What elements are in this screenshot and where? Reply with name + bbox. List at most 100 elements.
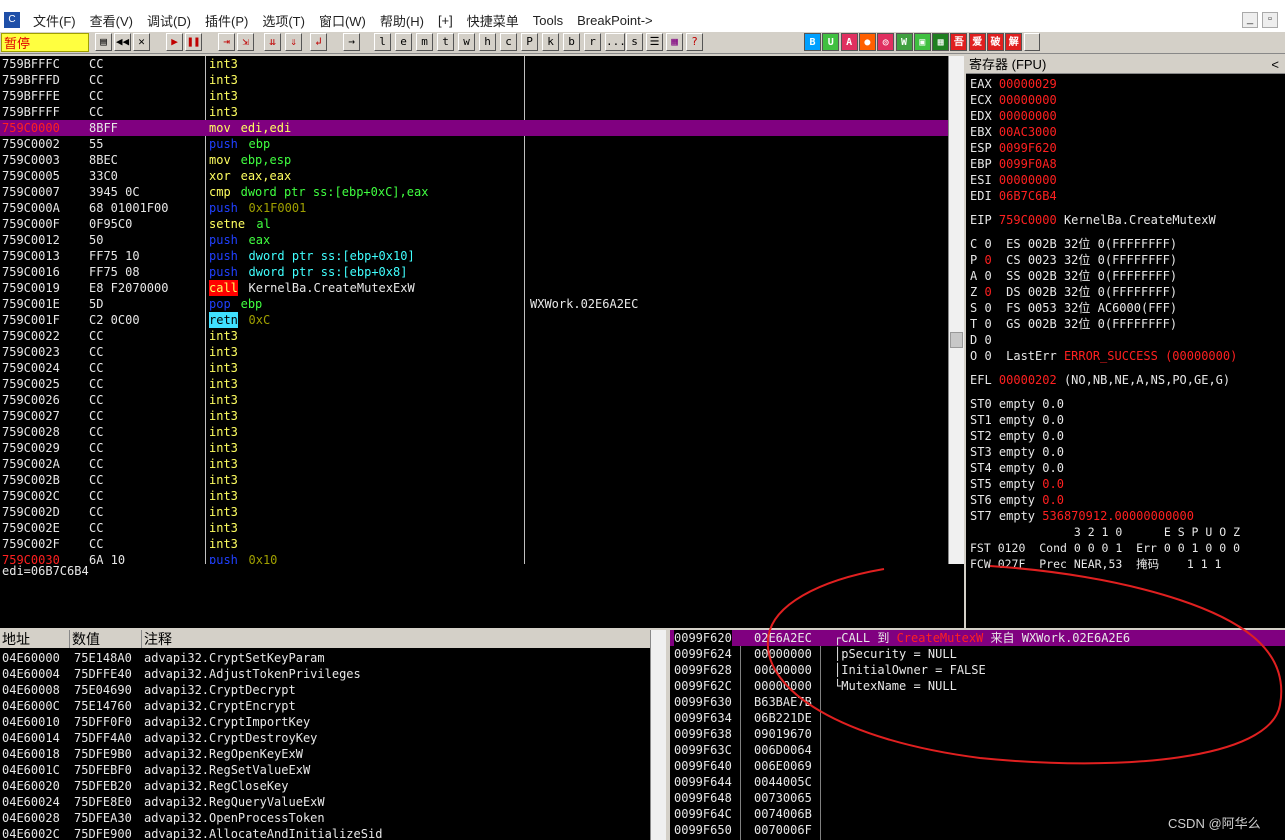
disasm-row[interactable]: 759C0013 FF75 10 push dword ptr ss:[ebp+0x1… bbox=[0, 248, 948, 264]
disasm-row[interactable]: 759C0024 CC int3 bbox=[0, 360, 948, 376]
register-eip[interactable]: EIP 759C0000 KernelBa.CreateMutexW bbox=[970, 212, 1216, 228]
fpu-st6[interactable]: ST6 empty 0.0 bbox=[970, 492, 1064, 508]
flag-s[interactable]: S 0 FS 0053 32位 AC6000(FFF) bbox=[970, 300, 1177, 316]
toolbar-letter-3[interactable]: t bbox=[437, 33, 454, 51]
disasm-row[interactable]: 759BFFFF CC int3 bbox=[0, 104, 948, 120]
menu-shortcut[interactable]: 快捷菜单 bbox=[460, 11, 526, 30]
disassembly-pane[interactable]: 759BFFFC CC int3 759BFFFD CC int3 759BFFFE CC in… bbox=[0, 56, 948, 564]
step-into-icon[interactable]: ⇥ bbox=[218, 33, 235, 51]
restore-icon[interactable]: ▫ bbox=[1262, 12, 1278, 28]
dump-col-address[interactable]: 地址 bbox=[0, 630, 70, 648]
disasm-row[interactable]: 759BFFFC CC int3 bbox=[0, 56, 948, 72]
chevron-left-icon[interactable]: < bbox=[1271, 56, 1279, 74]
flag-a[interactable]: A 0 SS 002B 32位 0(FFFFFFFF) bbox=[970, 268, 1177, 284]
toolbar-plugin-icon-8[interactable]: 吾 bbox=[950, 33, 968, 51]
disasm-row[interactable]: 759C0029 CC int3 bbox=[0, 440, 948, 456]
list-icon[interactable]: ☰ bbox=[646, 33, 663, 51]
stack-row[interactable]: 0099F63C 006D0064 bbox=[670, 742, 1285, 758]
register-ecx[interactable]: ECX 00000000 bbox=[970, 92, 1057, 108]
register-ebp[interactable]: EBP 0099F0A8 bbox=[970, 156, 1057, 172]
disasm-row[interactable]: 759C0023 CC int3 bbox=[0, 344, 948, 360]
disasm-row[interactable]: 759C002C CC int3 bbox=[0, 488, 948, 504]
stack-pane[interactable]: 0099F620 02E6A2EC ┌CALL 到 CreateMutexW 来自 … bbox=[670, 630, 1285, 840]
disasm-row[interactable]: 759C0026 CC int3 bbox=[0, 392, 948, 408]
disassembly-scrollbar[interactable] bbox=[948, 56, 964, 564]
menu-help[interactable]: 帮助(H) bbox=[373, 11, 431, 30]
fpu-st2[interactable]: ST2 empty 0.0 bbox=[970, 428, 1064, 444]
toolbar-plugin-icon-0[interactable]: B bbox=[804, 33, 821, 51]
fpu-st0[interactable]: ST0 empty 0.0 bbox=[970, 396, 1064, 412]
disasm-row[interactable]: 759C0000 8BFF mov edi,edi bbox=[0, 120, 948, 136]
disasm-row[interactable]: 759C0025 CC int3 bbox=[0, 376, 948, 392]
menu-view[interactable]: 查看(V) bbox=[83, 11, 140, 30]
stack-row[interactable]: 0099F630 B63BAE7B bbox=[670, 694, 1285, 710]
menu-plugins[interactable]: 插件(P) bbox=[198, 11, 255, 30]
toolbar-plugin-icon-11[interactable]: 解 bbox=[1005, 33, 1023, 51]
flag-t[interactable]: T 0 GS 002B 32位 0(FFFFFFFF) bbox=[970, 316, 1177, 332]
disasm-row[interactable]: 759C0002 55 push ebp bbox=[0, 136, 948, 152]
minimize-icon[interactable]: _ bbox=[1242, 12, 1258, 28]
registers-pane[interactable]: 寄存器 (FPU) < EAX 00000029 ECX 00000000 EDX … bbox=[966, 56, 1285, 628]
disasm-row[interactable]: 759C0005 33C0 xor eax,eax bbox=[0, 168, 948, 184]
menu-window[interactable]: 窗口(W) bbox=[312, 11, 373, 30]
disasm-row[interactable]: 759C0016 FF75 08 push dword ptr ss:[ebp+0x8… bbox=[0, 264, 948, 280]
grid-icon[interactable]: ▦ bbox=[666, 33, 683, 51]
blank-tool-icon[interactable] bbox=[1024, 33, 1040, 51]
efl-row[interactable]: EFL 00000202 (NO,NB,NE,A,NS,PO,GE,G) bbox=[970, 372, 1230, 388]
fpu-st4[interactable]: ST4 empty 0.0 bbox=[970, 460, 1064, 476]
register-esi[interactable]: ESI 00000000 bbox=[970, 172, 1057, 188]
stack-row[interactable]: 0099F638 09019670 bbox=[670, 726, 1285, 742]
disasm-row[interactable]: 759BFFFE CC int3 bbox=[0, 88, 948, 104]
step-over-icon[interactable]: ⇲ bbox=[237, 33, 254, 51]
disasm-row[interactable]: 759C0028 CC int3 bbox=[0, 424, 948, 440]
menu-options[interactable]: 选项(T) bbox=[255, 11, 312, 30]
stack-row[interactable]: 0099F620 02E6A2EC ┌CALL 到 CreateMutexW 来自 … bbox=[670, 630, 1285, 646]
dump-scrollbar[interactable] bbox=[650, 630, 666, 840]
menu-plus[interactable]: [+] bbox=[431, 13, 460, 28]
toolbar-plugin-icon-5[interactable]: W bbox=[895, 33, 913, 51]
register-edx[interactable]: EDX 00000000 bbox=[970, 108, 1057, 124]
trace-over-icon[interactable]: ⇓ bbox=[285, 33, 302, 51]
stack-row[interactable]: 0099F648 00730065 bbox=[670, 790, 1285, 806]
disasm-row[interactable]: 759C000F 0F95C0 setne al bbox=[0, 216, 948, 232]
goto-icon[interactable]: → bbox=[343, 33, 360, 51]
toolbar-letter-7[interactable]: P bbox=[521, 33, 538, 51]
toolbar-letter-9[interactable]: b bbox=[563, 33, 580, 51]
pause-icon[interactable]: ❚❚ bbox=[185, 33, 202, 51]
disasm-row[interactable]: 759BFFFD CC int3 bbox=[0, 72, 948, 88]
open-icon[interactable]: ▤ bbox=[95, 33, 112, 51]
toolbar-plugin-icon-7[interactable]: ▦ bbox=[932, 33, 950, 51]
trace-into-icon[interactable]: ⇊ bbox=[264, 33, 281, 51]
rewind-icon[interactable]: ◀◀ bbox=[114, 33, 131, 51]
dump-col-value[interactable]: 数值 bbox=[70, 630, 142, 648]
stack-row[interactable]: 0099F640 006E0069 bbox=[670, 758, 1285, 774]
disasm-row[interactable]: 759C0019 E8 F2070000 call KernelBa.CreateMu… bbox=[0, 280, 948, 296]
register-esp[interactable]: ESP 0099F620 bbox=[970, 140, 1057, 156]
close-icon[interactable]: ✕ bbox=[133, 33, 150, 51]
dump-pane[interactable]: 04E60000 75E148A0 advapi32.CryptSetKeyPara… bbox=[0, 648, 650, 840]
toolbar-letter-0[interactable]: l bbox=[374, 33, 391, 51]
run-icon[interactable]: ▶ bbox=[166, 33, 183, 51]
toolbar-letter-2[interactable]: m bbox=[416, 33, 433, 51]
toolbar-letter-1[interactable]: e bbox=[395, 33, 412, 51]
stack-row[interactable]: 0099F644 0044005C bbox=[670, 774, 1285, 790]
menu-tools[interactable]: Tools bbox=[526, 13, 570, 28]
menu-breakpoint[interactable]: BreakPoint-> bbox=[570, 13, 660, 28]
toolbar-plugin-icon-2[interactable]: A bbox=[840, 33, 858, 51]
toolbar-letter-8[interactable]: k bbox=[542, 33, 559, 51]
disasm-row[interactable]: 759C002E CC int3 bbox=[0, 520, 948, 536]
stack-row[interactable]: 0099F634 06B221DE bbox=[670, 710, 1285, 726]
disasm-row[interactable]: 759C001F C2 0C00 retn 0xC bbox=[0, 312, 948, 328]
register-eax[interactable]: EAX 00000029 bbox=[970, 76, 1057, 92]
disasm-row[interactable]: 759C0003 8BEC mov ebp,esp bbox=[0, 152, 948, 168]
register-edi[interactable]: EDI 06B7C6B4 bbox=[970, 188, 1057, 204]
disasm-row[interactable]: 759C002A CC int3 bbox=[0, 456, 948, 472]
fpu-st7[interactable]: ST7 empty 536870912.00000000000 bbox=[970, 508, 1194, 524]
execute-till-return-icon[interactable]: ↲ bbox=[310, 33, 327, 51]
flag-c[interactable]: C 0 ES 002B 32位 0(FFFFFFFF) bbox=[970, 236, 1177, 252]
stack-row[interactable]: 0099F628 00000000 │InitialOwner = FALSE bbox=[670, 662, 1285, 678]
toolbar-plugin-icon-3[interactable]: ● bbox=[858, 33, 876, 51]
toolbar-plugin-icon-6[interactable]: ▣ bbox=[913, 33, 931, 51]
disasm-row[interactable]: 759C002D CC int3 bbox=[0, 504, 948, 520]
disasm-row[interactable]: 759C0022 CC int3 bbox=[0, 328, 948, 344]
